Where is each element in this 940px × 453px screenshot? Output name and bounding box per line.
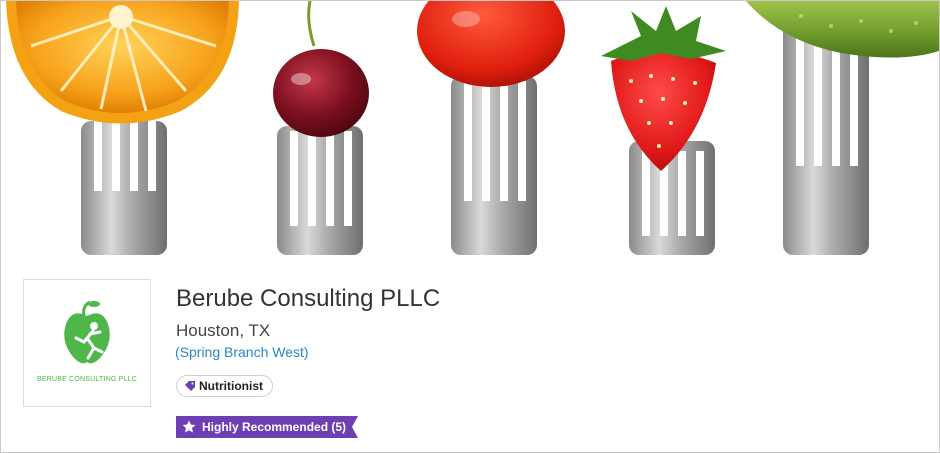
business-card: BERUBE CONSULTING PLLC Berube Consulting…: [0, 0, 940, 453]
fork-2: [277, 126, 363, 255]
cherry: [273, 1, 369, 137]
fruits-on-forks-illustration: [6, 1, 939, 255]
category-tag-label: Nutritionist: [199, 379, 263, 393]
orange-slice: [6, 1, 239, 124]
business-name: Berube Consulting PLLC: [176, 285, 441, 312]
badge-ribbon-tail: [352, 416, 359, 438]
highly-recommended-badge[interactable]: Highly Recommended (5): [176, 416, 359, 438]
apple-figure-logo-icon: [64, 300, 110, 364]
fork-3: [451, 76, 537, 255]
logo-text: BERUBE CONSULTING PLLC: [37, 376, 137, 383]
tag-icon: [185, 381, 195, 391]
pickle: [746, 1, 939, 58]
business-location: Houston, TX: [176, 321, 271, 340]
banner-image: [1, 1, 939, 255]
badge-body: Highly Recommended (5): [176, 416, 353, 438]
business-logo[interactable]: BERUBE CONSULTING PLLC: [23, 279, 151, 407]
tomato: [417, 1, 565, 87]
fork-1: [81, 121, 167, 255]
star-icon: [182, 420, 196, 433]
category-tag[interactable]: Nutritionist: [176, 375, 273, 397]
badge-label: Highly Recommended (5): [202, 420, 347, 434]
neighborhood-link[interactable]: (Spring Branch West): [175, 344, 309, 360]
fork-5: [783, 21, 869, 255]
